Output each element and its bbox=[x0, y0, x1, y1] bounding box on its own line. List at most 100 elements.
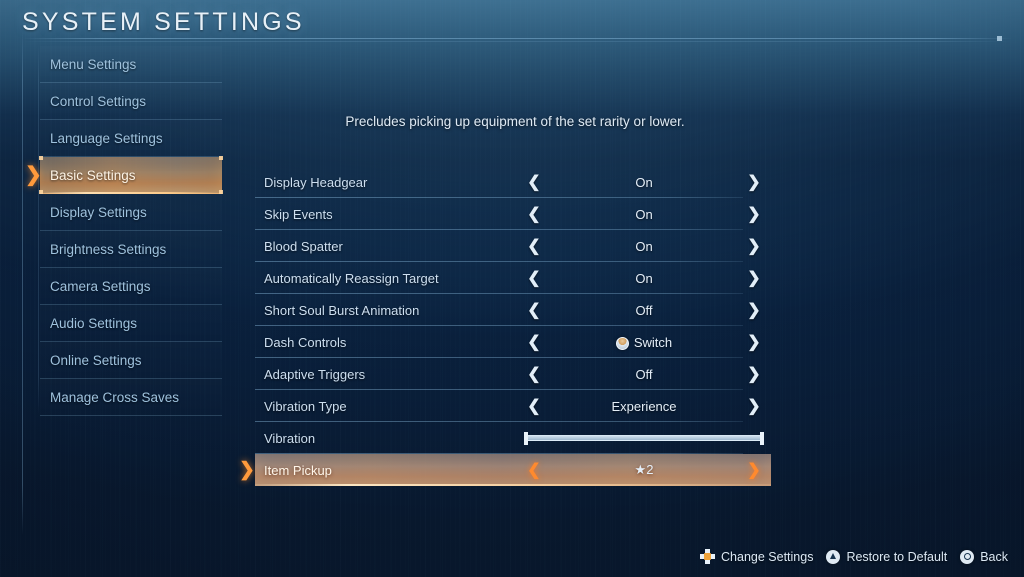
setting-label: Vibration Type bbox=[264, 398, 347, 414]
chevron-right-icon[interactable]: ❯ bbox=[737, 460, 771, 480]
setting-label: Blood Spatter bbox=[264, 238, 343, 254]
chevron-left-icon[interactable]: ❮ bbox=[517, 268, 551, 288]
sidebar-item-control-settings[interactable]: Control Settings bbox=[40, 83, 222, 120]
setting-value: On bbox=[551, 271, 737, 286]
chevron-right-icon[interactable]: ❯ bbox=[737, 172, 771, 192]
setting-row-blood-spatter[interactable]: Blood Spatter ❮ On ❯ bbox=[255, 230, 771, 262]
setting-value: Off bbox=[551, 303, 737, 318]
row-selection-pointer-icon: ❯ bbox=[239, 459, 255, 481]
title-divider-secondary bbox=[22, 41, 1012, 42]
setting-value-text: Switch bbox=[633, 334, 673, 350]
setting-value-text: On bbox=[635, 270, 653, 286]
slider-min-cap bbox=[524, 432, 528, 445]
setting-value-text: ★2 bbox=[634, 462, 654, 477]
settings-list: Display Headgear ❮ On ❯ Skip Events ❮ On ❯ Blood… bbox=[239, 166, 771, 486]
setting-description: Precludes picking up equipment of the se… bbox=[345, 114, 685, 129]
setting-label: Dash Controls bbox=[264, 334, 347, 350]
setting-label: Vibration bbox=[264, 430, 316, 446]
setting-value: On bbox=[551, 207, 737, 222]
chevron-left-icon[interactable]: ❮ bbox=[517, 364, 551, 384]
chevron-right-icon[interactable]: ❯ bbox=[737, 364, 771, 384]
sidebar-item-brightness-settings[interactable]: Brightness Settings bbox=[40, 231, 222, 268]
sidebar-frame-line bbox=[38, 44, 39, 414]
setting-value-text: On bbox=[635, 206, 653, 222]
setting-label: Short Soul Burst Animation bbox=[264, 302, 420, 318]
chevron-right-icon[interactable]: ❯ bbox=[737, 396, 771, 416]
sidebar-item-label: Online Settings bbox=[50, 352, 142, 368]
chevron-left-icon[interactable]: ❮ bbox=[517, 204, 551, 224]
sidebar-selection-pointer-icon: ❯ bbox=[25, 164, 42, 186]
sidebar-item-audio-settings[interactable]: Audio Settings bbox=[40, 305, 222, 342]
setting-value: Experience bbox=[551, 399, 737, 414]
chevron-right-icon[interactable]: ❯ bbox=[737, 204, 771, 224]
dpad-icon bbox=[700, 549, 716, 564]
setting-value-text: Off bbox=[635, 366, 653, 382]
chevron-left-icon[interactable]: ❮ bbox=[517, 236, 551, 256]
setting-value: On bbox=[551, 239, 737, 254]
setting-value: Switch bbox=[551, 335, 737, 350]
setting-row-vibration[interactable]: Vibration bbox=[255, 422, 771, 454]
setting-row-skip-events[interactable]: Skip Events ❮ On ❯ bbox=[255, 198, 771, 230]
sidebar-item-label: Audio Settings bbox=[50, 315, 138, 331]
setting-row-dash-controls[interactable]: Dash Controls ❮ Switch ❯ bbox=[255, 326, 771, 358]
sidebar-item-label: Display Settings bbox=[50, 204, 147, 220]
chevron-right-icon[interactable]: ❯ bbox=[737, 300, 771, 320]
chevron-left-icon[interactable]: ❮ bbox=[517, 396, 551, 416]
footer-hint: Restore to Default bbox=[826, 549, 948, 564]
chevron-right-icon[interactable]: ❯ bbox=[737, 236, 771, 256]
selection-corner-marker bbox=[219, 156, 223, 160]
sidebar-item-camera-settings[interactable]: Camera Settings bbox=[40, 268, 222, 305]
setting-value: Off bbox=[551, 367, 737, 382]
sidebar-item-label: Brightness Settings bbox=[50, 241, 167, 257]
setting-label: Item Pickup bbox=[264, 462, 332, 478]
selection-corner-marker bbox=[39, 156, 43, 160]
sidebar-item-display-settings[interactable]: Display Settings bbox=[40, 194, 222, 231]
sidebar-item-label: Language Settings bbox=[50, 130, 163, 146]
setting-value-text: Experience bbox=[611, 398, 677, 414]
setting-row-display-headgear[interactable]: Display Headgear ❮ On ❯ bbox=[255, 166, 771, 198]
slider-handle[interactable] bbox=[760, 432, 764, 445]
sidebar-item-label: Manage Cross Saves bbox=[50, 389, 180, 405]
page-title: SYSTEM SETTINGS bbox=[22, 8, 305, 36]
setting-label: Automatically Reassign Target bbox=[264, 270, 439, 286]
chevron-left-icon[interactable]: ❮ bbox=[517, 172, 551, 192]
triangle-button-icon bbox=[826, 549, 841, 564]
vibration-slider[interactable] bbox=[524, 432, 764, 445]
setting-row-vibration-type[interactable]: Vibration Type ❮ Experience ❯ bbox=[255, 390, 771, 422]
sidebar-item-label: Basic Settings bbox=[50, 167, 136, 183]
switch-badge-icon bbox=[615, 336, 629, 350]
setting-row-item-pickup[interactable]: ❯ Item Pickup ❮ ★2 ❯ bbox=[239, 454, 771, 486]
sidebar-item-menu-settings[interactable]: Menu Settings bbox=[40, 46, 222, 83]
setting-value-text: Off bbox=[635, 302, 653, 318]
sidebar-item-label: Menu Settings bbox=[50, 56, 137, 72]
slider-container[interactable] bbox=[517, 432, 771, 445]
sidebar-item-label: Control Settings bbox=[50, 93, 147, 109]
sidebar-item-manage-cross-saves[interactable]: Manage Cross Saves bbox=[40, 379, 222, 416]
footer-hint-label: Restore to Default bbox=[846, 549, 948, 564]
setting-value-text: On bbox=[635, 174, 653, 190]
setting-label: Skip Events bbox=[264, 206, 333, 222]
title-divider bbox=[22, 38, 1012, 39]
sidebar: Menu Settings Control Settings Language Se… bbox=[39, 46, 223, 416]
divider-node bbox=[997, 36, 1002, 41]
chevron-left-icon[interactable]: ❮ bbox=[517, 332, 551, 352]
chevron-right-icon[interactable]: ❯ bbox=[737, 268, 771, 288]
footer-hint: Change Settings bbox=[700, 549, 813, 564]
footer-hints: Change Settings Restore to Default Back bbox=[694, 549, 1008, 564]
setting-row-short-soul-burst-animation[interactable]: Short Soul Burst Animation ❮ Off ❯ bbox=[255, 294, 771, 326]
setting-row-adaptive-triggers[interactable]: Adaptive Triggers ❮ Off ❯ bbox=[255, 358, 771, 390]
setting-label: Adaptive Triggers bbox=[264, 366, 366, 382]
chevron-left-icon[interactable]: ❮ bbox=[517, 300, 551, 320]
chevron-right-icon[interactable]: ❯ bbox=[737, 332, 771, 352]
setting-label: Display Headgear bbox=[264, 174, 368, 190]
sidebar-item-language-settings[interactable]: Language Settings bbox=[40, 120, 222, 157]
sidebar-item-basic-settings[interactable]: Basic Settings bbox=[39, 156, 223, 194]
sidebar-item-online-settings[interactable]: Online Settings bbox=[40, 342, 222, 379]
chevron-left-icon[interactable]: ❮ bbox=[517, 460, 551, 480]
setting-row-automatically-reassign-target[interactable]: Automatically Reassign Target ❮ On ❯ bbox=[255, 262, 771, 294]
left-frame-line bbox=[22, 30, 23, 535]
sidebar-item-label: Camera Settings bbox=[50, 278, 151, 294]
circle-button-icon bbox=[960, 549, 975, 564]
setting-value: ★2 bbox=[551, 462, 737, 478]
setting-value: On bbox=[551, 175, 737, 190]
